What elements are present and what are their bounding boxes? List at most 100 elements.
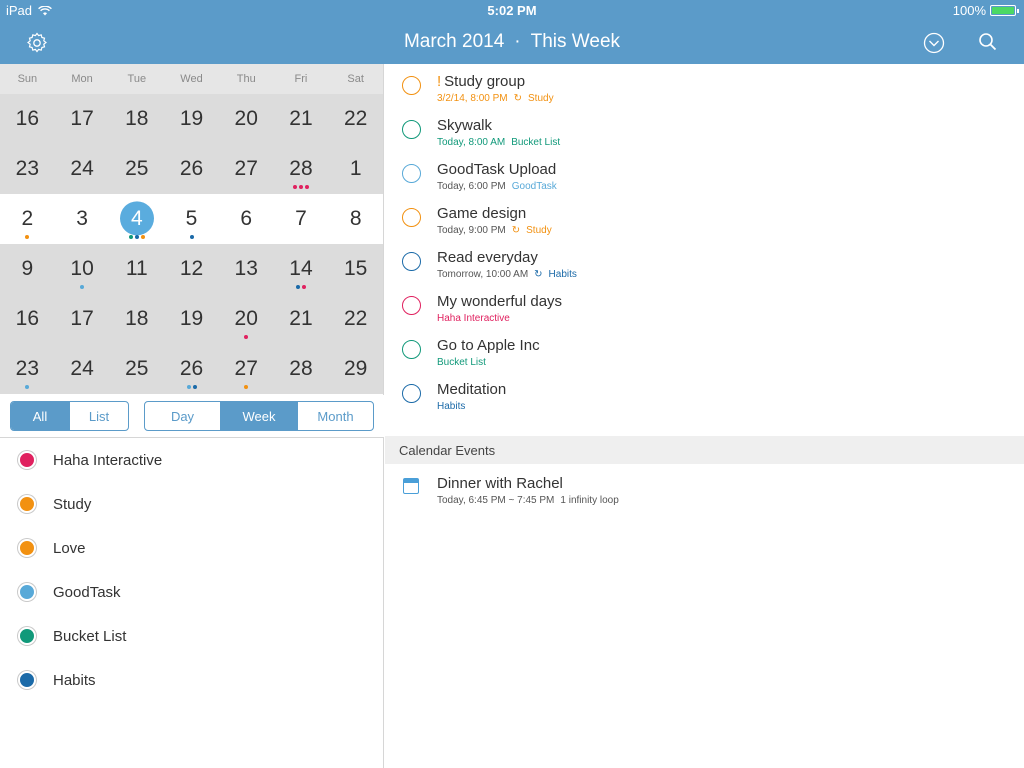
calendar-list-label: GoodTask [53, 583, 121, 601]
task-meta: Today, 9:00 PM ↻ Study [437, 225, 552, 236]
day-cell[interactable]: 24 [55, 144, 110, 194]
day-cell[interactable]: 17 [55, 94, 110, 144]
task-title-text: GoodTask Upload [437, 161, 557, 178]
calendar-icon [403, 478, 419, 494]
task-checkbox[interactable] [402, 208, 421, 227]
day-cell[interactable]: 7 [274, 194, 329, 244]
day-cell[interactable]: 18 [109, 294, 164, 344]
calendar-list-item[interactable]: Bucket List [0, 614, 384, 658]
day-cell[interactable]: 3 [55, 194, 110, 244]
task-title-text: Read everyday [437, 249, 538, 266]
dropdown-button[interactable] [922, 31, 946, 55]
task-item[interactable]: Go to Apple Inc Bucket List [385, 328, 1024, 372]
day-cell[interactable]: 25 [109, 344, 164, 394]
task-item[interactable]: My wonderful days Haha Interactive [385, 284, 1024, 328]
event-dots [109, 235, 164, 239]
calendar-list-item[interactable]: Haha Interactive [0, 438, 384, 482]
day-number: 17 [70, 107, 94, 130]
day-cell[interactable]: 20 [219, 94, 274, 144]
calendar-list-item[interactable]: Habits [0, 658, 384, 702]
day-number: 10 [70, 257, 94, 280]
task-list: ! Study group 3/2/14, 8:00 PM ↻ Study Skywalk… [385, 64, 1024, 416]
day-cell[interactable]: 28 [274, 144, 329, 194]
month-button[interactable]: Month [298, 402, 373, 430]
day-cell[interactable]: 27 [219, 144, 274, 194]
day-cell-today[interactable]: 4 [109, 194, 164, 244]
event-item[interactable]: Dinner with Rachel Today, 6:45 PM ~ 7:45… [385, 466, 1024, 510]
task-title: My wonderful days [437, 293, 562, 310]
calendar-list: Haha Interactive Study Love GoodTask Bucket … [0, 438, 384, 702]
day-cell[interactable]: 26 [164, 144, 219, 194]
day-cell[interactable]: 28 [274, 344, 329, 394]
day-cell[interactable]: 14 [274, 244, 329, 294]
event-dot [80, 285, 85, 289]
day-cell[interactable]: 8 [328, 194, 383, 244]
task-time: Tomorrow, 10:00 AM [437, 269, 529, 280]
task-checkbox[interactable] [402, 340, 421, 359]
day-cell[interactable]: 25 [109, 144, 164, 194]
task-checkbox[interactable] [402, 296, 421, 315]
day-cell[interactable]: 13 [219, 244, 274, 294]
battery-percent: 100% [952, 3, 986, 18]
calendar-color-dot [18, 495, 36, 513]
task-checkbox[interactable] [402, 252, 421, 271]
day-cell[interactable]: 19 [164, 94, 219, 144]
title-month: March 2014 [403, 31, 505, 52]
day-cell[interactable]: 24 [55, 344, 110, 394]
task-item[interactable]: GoodTask Upload Today, 6:00 PM GoodTask [385, 152, 1024, 196]
day-cell[interactable]: 2 [0, 194, 55, 244]
day-cell[interactable]: 18 [109, 94, 164, 144]
day-cell[interactable]: 21 [274, 94, 329, 144]
day-cell[interactable]: 16 [0, 294, 55, 344]
day-cell[interactable]: 11 [109, 244, 164, 294]
task-title: Skywalk [437, 117, 492, 134]
task-item[interactable]: Game design Today, 9:00 PM ↻ Study [385, 196, 1024, 240]
day-cell[interactable]: 19 [164, 294, 219, 344]
day-cell[interactable]: 5 [164, 194, 219, 244]
week-row: 16 17 18 19 20 21 22 [0, 94, 383, 144]
day-button[interactable]: Day [145, 402, 221, 430]
calendar-list-item[interactable]: GoodTask [0, 570, 384, 614]
task-checkbox[interactable] [402, 164, 421, 183]
calendar-list-label: Love [53, 539, 86, 557]
day-cell[interactable]: 1 [328, 144, 383, 194]
day-cell[interactable]: 16 [0, 94, 55, 144]
range-segment: Day Week Month [144, 401, 374, 431]
day-cell[interactable]: 23 [0, 144, 55, 194]
day-cell[interactable]: 6 [219, 194, 274, 244]
day-cell[interactable]: 10 [55, 244, 110, 294]
task-item[interactable]: Read everyday Tomorrow, 10:00 AM ↻ Habits [385, 240, 1024, 284]
day-cell[interactable]: 21 [274, 294, 329, 344]
day-cell[interactable]: 22 [328, 294, 383, 344]
search-button[interactable] [976, 30, 1000, 54]
day-cell[interactable]: 22 [328, 94, 383, 144]
day-number: 25 [125, 357, 149, 380]
day-cell[interactable]: 23 [0, 344, 55, 394]
day-cell[interactable]: 26 [164, 344, 219, 394]
day-cell[interactable]: 27 [219, 344, 274, 394]
list-button[interactable]: List [70, 402, 128, 430]
day-cell[interactable]: 9 [0, 244, 55, 294]
calendar-list-item[interactable]: Study [0, 482, 384, 526]
day-number: 9 [21, 257, 34, 280]
task-item[interactable]: Meditation Habits [385, 372, 1024, 416]
task-checkbox[interactable] [402, 76, 421, 95]
month-grid: 16 17 18 19 20 21 22 23 24 25 26 27 28 1 2 3 4 5 6 7 8 9 10 11 1… [0, 94, 383, 394]
day-cell[interactable]: 29 [328, 344, 383, 394]
all-button[interactable]: All [11, 402, 70, 430]
page-title[interactable]: March 2014 · This Week [0, 31, 1024, 53]
calendar-list-label: Study [53, 495, 92, 513]
week-button[interactable]: Week [221, 402, 298, 430]
task-item[interactable]: ! Study group 3/2/14, 8:00 PM ↻ Study [385, 64, 1024, 108]
day-number: 21 [289, 107, 313, 130]
day-number: 2 [21, 207, 34, 230]
calendar-list-item[interactable]: Love [0, 526, 384, 570]
task-title-text: Meditation [437, 381, 507, 398]
task-checkbox[interactable] [402, 384, 421, 403]
day-cell[interactable]: 12 [164, 244, 219, 294]
task-checkbox[interactable] [402, 120, 421, 139]
day-cell[interactable]: 15 [328, 244, 383, 294]
day-cell[interactable]: 17 [55, 294, 110, 344]
task-item[interactable]: Skywalk Today, 8:00 AM Bucket List [385, 108, 1024, 152]
day-cell[interactable]: 20 [219, 294, 274, 344]
